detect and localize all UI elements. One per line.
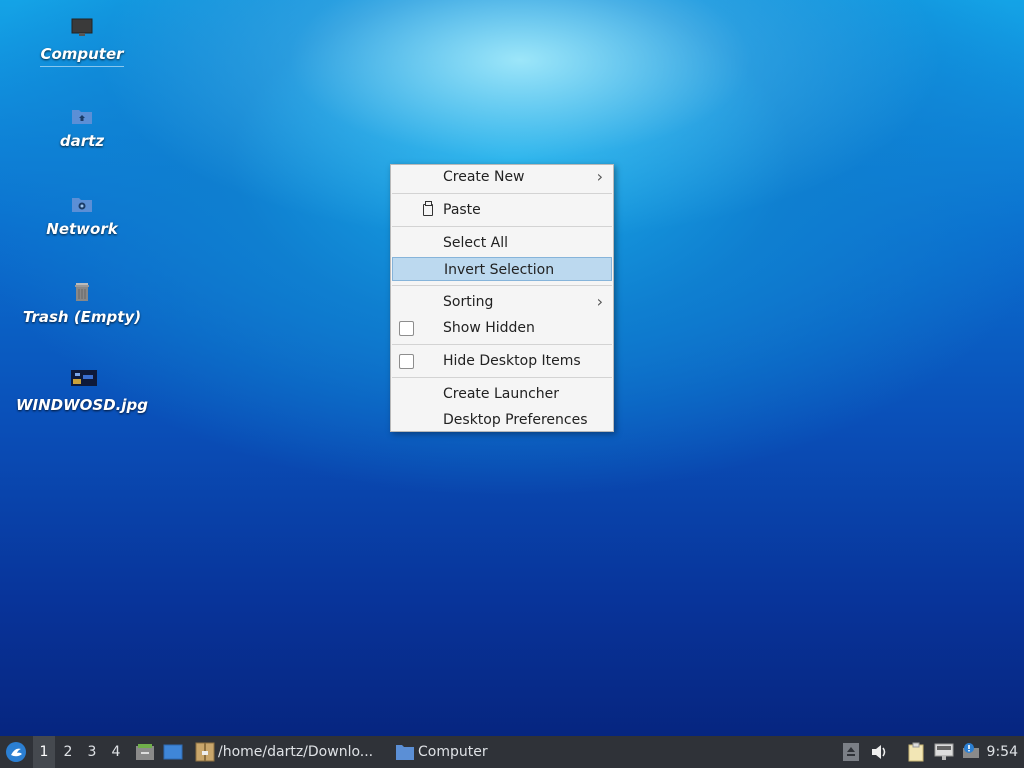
menu-item-create-launcher[interactable]: Create Launcher xyxy=(391,382,613,406)
menu-separator xyxy=(392,377,612,378)
desktop-icon-computer[interactable]: Computer xyxy=(12,18,152,67)
desktop-icon-label: dartz xyxy=(59,132,105,150)
clipboard-tray-button[interactable] xyxy=(907,736,927,768)
menu-item-label: Create New xyxy=(443,169,525,185)
submenu-arrow-icon: › xyxy=(596,292,603,311)
desktop-icon-image-file[interactable]: WINDWOSD.jpg xyxy=(12,370,152,414)
task-archive-window[interactable]: /home/dartz/Downlo... xyxy=(194,736,384,768)
menu-item-sorting[interactable]: Sorting › xyxy=(391,290,613,314)
workspace-1[interactable]: 1 xyxy=(33,736,55,768)
clipboard-tray-icon xyxy=(908,742,924,762)
taskbar: 1 2 3 4 /home/dartz/Downlo... Computer 9… xyxy=(0,736,1024,768)
menu-separator xyxy=(392,344,612,345)
updates-tray-button[interactable] xyxy=(961,736,981,768)
desktop-icon-network[interactable]: Network xyxy=(12,194,152,238)
menu-item-label: Create Launcher xyxy=(443,386,560,402)
desktop-icon-label: Trash (Empty) xyxy=(22,308,142,326)
network-icon xyxy=(934,743,954,760)
home-folder-icon xyxy=(71,106,93,126)
menu-item-label: Paste xyxy=(443,202,481,218)
task-label: /home/dartz/Downlo... xyxy=(218,744,374,760)
workspace-3[interactable]: 3 xyxy=(81,736,103,768)
desktop-icon-label: Computer xyxy=(40,45,124,67)
volume-button[interactable] xyxy=(871,736,891,768)
app-menu-icon xyxy=(6,742,26,762)
menu-separator xyxy=(392,285,612,286)
task-computer-window[interactable]: Computer xyxy=(394,736,504,768)
network-folder-icon xyxy=(71,194,93,214)
menu-item-label: Show Hidden xyxy=(443,320,535,336)
file-manager-launcher[interactable] xyxy=(134,736,156,768)
submenu-arrow-icon: › xyxy=(596,167,603,186)
show-desktop-button[interactable] xyxy=(162,736,184,768)
eject-button[interactable] xyxy=(843,736,861,768)
clock[interactable]: 9:54 xyxy=(987,736,1018,768)
menu-item-label: Sorting xyxy=(443,294,494,310)
show-hidden-checkbox[interactable] xyxy=(399,321,414,336)
workspace-2[interactable]: 2 xyxy=(57,736,79,768)
menu-item-label: Desktop Preferences xyxy=(443,412,588,428)
archive-icon xyxy=(195,742,215,762)
menu-item-label: Select All xyxy=(443,235,508,251)
image-file-icon xyxy=(71,370,97,390)
eject-icon xyxy=(843,743,859,761)
desktop-icon-label: Network xyxy=(46,220,118,238)
menu-separator xyxy=(392,193,612,194)
clipboard-icon xyxy=(423,201,433,216)
volume-icon xyxy=(872,745,886,759)
trash-icon xyxy=(71,282,93,302)
update-notification-icon xyxy=(963,743,979,758)
network-tray-button[interactable] xyxy=(934,736,956,768)
folder-icon xyxy=(396,745,414,760)
hide-desktop-items-checkbox[interactable] xyxy=(399,354,414,369)
monitor-icon xyxy=(71,18,93,38)
menu-item-label: Invert Selection xyxy=(444,262,555,278)
start-menu-button[interactable] xyxy=(4,736,28,768)
desktop-icon xyxy=(163,744,183,760)
task-label: Computer xyxy=(418,744,488,760)
menu-item-label: Hide Desktop Items xyxy=(443,353,581,369)
file-manager-icon xyxy=(136,744,154,760)
desktop-icon-home[interactable]: dartz xyxy=(12,106,152,150)
desktop-context-menu: Create New › Paste Select All Invert Sel… xyxy=(390,164,614,432)
menu-item-invert-selection[interactable]: Invert Selection xyxy=(392,257,612,281)
menu-item-show-hidden[interactable]: Show Hidden xyxy=(391,316,613,340)
menu-item-create-new[interactable]: Create New › xyxy=(391,165,613,189)
desktop-icon-label: WINDWOSD.jpg xyxy=(16,396,148,414)
menu-item-paste[interactable]: Paste xyxy=(391,198,613,222)
menu-item-select-all[interactable]: Select All xyxy=(391,231,613,255)
workspace-4[interactable]: 4 xyxy=(105,736,127,768)
menu-separator xyxy=(392,226,612,227)
menu-item-desktop-preferences[interactable]: Desktop Preferences xyxy=(391,408,613,432)
menu-item-hide-desktop-items[interactable]: Hide Desktop Items xyxy=(391,349,613,373)
desktop-icon-trash[interactable]: Trash (Empty) xyxy=(12,282,152,326)
